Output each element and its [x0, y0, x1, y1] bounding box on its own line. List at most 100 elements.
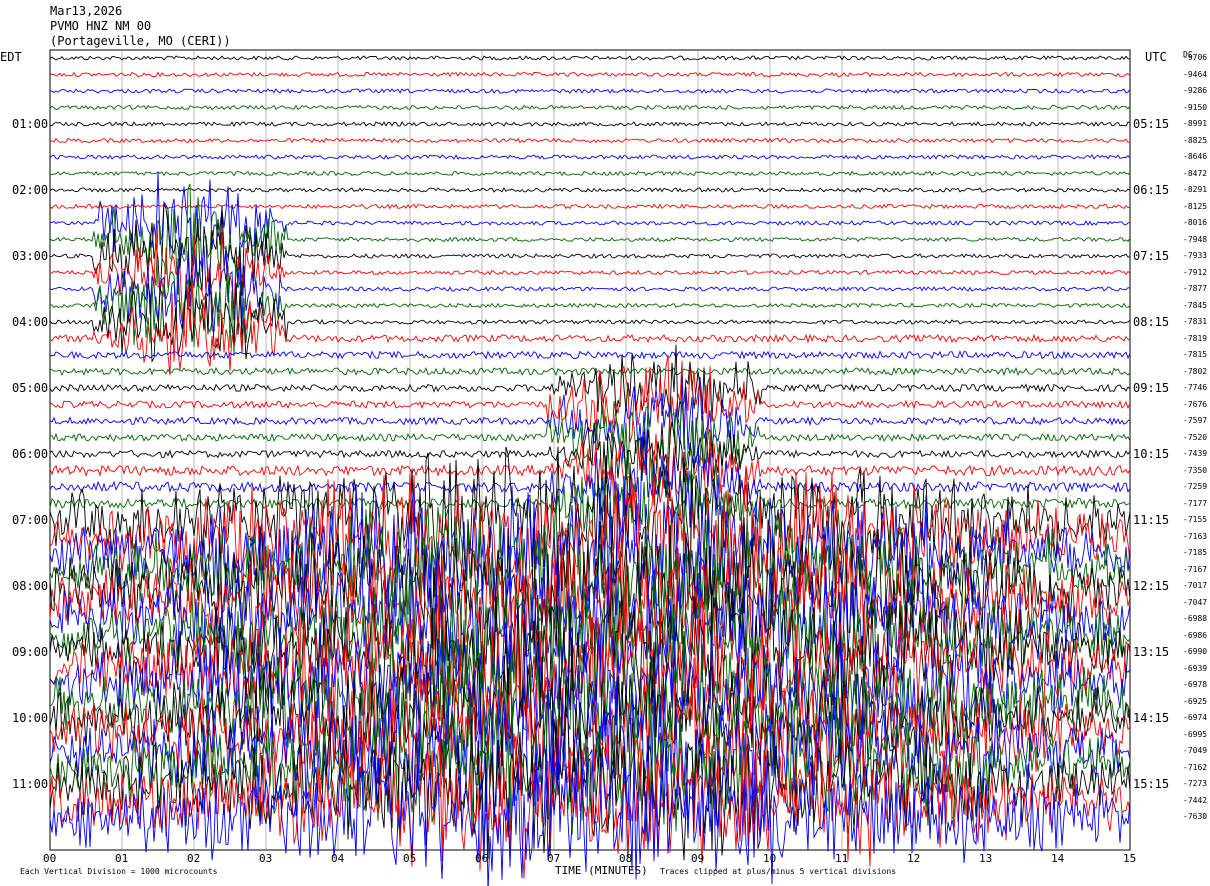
dc-offset-label: -7163 — [1183, 531, 1208, 541]
location-label: (Portageville, MO (CERI)) — [50, 34, 231, 48]
dc-offset-label: -9706 — [1183, 53, 1208, 62]
left-time-label: 05:00 — [12, 381, 49, 395]
x-tick-label: 12 — [907, 852, 921, 865]
dc-offset-label: -7630 — [1183, 812, 1208, 821]
dc-offset-label: -8991 — [1183, 119, 1208, 128]
trace-line — [49, 137, 1131, 144]
right-time-label: 12:15 — [1133, 579, 1170, 593]
station-label: PVMO HNZ NM 00 — [50, 19, 152, 33]
left-time-label: 01:00 — [12, 117, 49, 131]
dc-offset-label: -7017 — [1183, 581, 1208, 590]
dc-offset-label: -9150 — [1183, 102, 1208, 112]
right-timezone-label: UTC — [1145, 50, 1167, 64]
dc-offset-label: -7350 — [1183, 465, 1208, 475]
trace-line — [49, 203, 1131, 210]
dc-offset-label: -7167 — [1183, 564, 1208, 574]
dc-offset-label: -7831 — [1183, 317, 1208, 326]
dc-offset-label: -7948 — [1183, 234, 1208, 244]
dc-offset-label: -8825 — [1183, 135, 1208, 145]
x-tick-label: 04 — [331, 852, 345, 865]
trace-line — [49, 170, 1131, 177]
x-axis-title: TIME (MINUTES) — [555, 864, 648, 877]
dc-offset-label: -7439 — [1183, 449, 1208, 458]
dc-offset-label: -7819 — [1183, 333, 1208, 343]
trace-line — [49, 104, 1131, 111]
trace-line — [49, 55, 1131, 61]
trace-line — [49, 88, 1131, 94]
right-time-label: 05:15 — [1133, 117, 1170, 131]
trace-line — [49, 154, 1131, 160]
date-label: Mar13,2026 — [50, 4, 123, 18]
trace-line — [49, 366, 1131, 377]
helicorder-plot — [49, 49, 1131, 886]
x-tick-label: 13 — [979, 852, 993, 865]
dc-offset-label: -7802 — [1183, 366, 1208, 376]
right-time-label: 10:15 — [1133, 447, 1170, 461]
trace-line — [49, 187, 1131, 193]
dc-offset-label: -7185 — [1183, 548, 1208, 557]
x-tick-label: 15 — [1123, 852, 1137, 865]
clip-note: Traces clipped at plus/minus 5 vertical … — [660, 867, 897, 876]
dc-offset-label: -6995 — [1183, 729, 1208, 739]
x-tick-label: 10 — [763, 852, 777, 865]
left-time-label: 02:00 — [12, 183, 49, 197]
right-time-label: 07:15 — [1133, 249, 1170, 263]
x-tick-label: 09 — [691, 852, 705, 865]
left-time-label: 07:00 — [12, 513, 49, 527]
x-tick-label: 05 — [403, 852, 417, 865]
right-time-label: 06:15 — [1133, 183, 1170, 197]
left-time-label: 11:00 — [12, 777, 49, 791]
x-tick-label: 01 — [115, 852, 129, 865]
dc-offset-label: -6939 — [1183, 663, 1208, 673]
dc-offset-label: -7162 — [1183, 762, 1208, 772]
trace-line — [49, 121, 1131, 127]
trace-line — [49, 71, 1131, 78]
right-time-label: 09:15 — [1133, 381, 1170, 395]
dc-offset-label: -7273 — [1183, 779, 1208, 788]
x-tick-label: 06 — [475, 852, 489, 865]
dc-offset-label: -7815 — [1183, 350, 1208, 359]
dc-offset-label: -6986 — [1183, 630, 1208, 640]
dc-offset-label: -7177 — [1183, 498, 1208, 508]
scale-note: Each Vertical Division = 1000 microcount… — [20, 867, 218, 876]
left-time-label: 04:00 — [12, 315, 49, 329]
dc-offset-label: -7155 — [1183, 515, 1208, 524]
right-time-label: 13:15 — [1133, 645, 1170, 659]
x-tick-label: 11 — [835, 852, 849, 865]
x-tick-label: 00 — [43, 852, 57, 865]
left-time-label: 06:00 — [12, 447, 49, 461]
dc-offset-label: -8646 — [1183, 152, 1208, 161]
x-tick-label: 03 — [259, 852, 273, 865]
right-time-label: 15:15 — [1133, 777, 1170, 791]
dc-offset-label: -6990 — [1183, 647, 1208, 656]
dc-offset-label: -6925 — [1183, 696, 1208, 706]
dc-offset-label: -7442 — [1183, 795, 1208, 805]
dc-offset-label: -8016 — [1183, 218, 1208, 227]
dc-offset-label: -7259 — [1183, 482, 1208, 491]
dc-offset-label: -7676 — [1183, 399, 1208, 409]
dc-offset-label: -7877 — [1183, 284, 1208, 293]
dc-offset-label: -8291 — [1183, 185, 1208, 194]
left-time-label: 10:00 — [12, 711, 49, 725]
left-time-label: 08:00 — [12, 579, 49, 593]
dc-offset-label: -8125 — [1183, 201, 1208, 211]
dc-offset-label: -7746 — [1183, 383, 1208, 392]
left-time-label: 09:00 — [12, 645, 49, 659]
dc-offset-label: -7933 — [1183, 251, 1208, 260]
dc-offset-label: -7047 — [1183, 597, 1208, 607]
dc-offset-label: -7597 — [1183, 416, 1208, 425]
dc-offset-label: -7845 — [1183, 300, 1208, 310]
dc-offset-label: -6978 — [1183, 680, 1208, 689]
trace-line — [49, 350, 1131, 360]
right-time-label: 11:15 — [1133, 513, 1170, 527]
left-timezone-label: EDT — [0, 50, 22, 64]
dc-offset-label: -8472 — [1183, 168, 1208, 178]
dc-offset-label: -9464 — [1183, 69, 1208, 79]
dc-offset-label: -6988 — [1183, 614, 1208, 623]
left-time-label: 03:00 — [12, 249, 49, 263]
dc-offset-label: -7912 — [1183, 267, 1208, 277]
dc-offset-label: -7520 — [1183, 432, 1208, 442]
x-tick-label: 02 — [187, 852, 201, 865]
trace-line — [50, 400, 1131, 490]
dc-offset-label: -7049 — [1183, 746, 1208, 755]
